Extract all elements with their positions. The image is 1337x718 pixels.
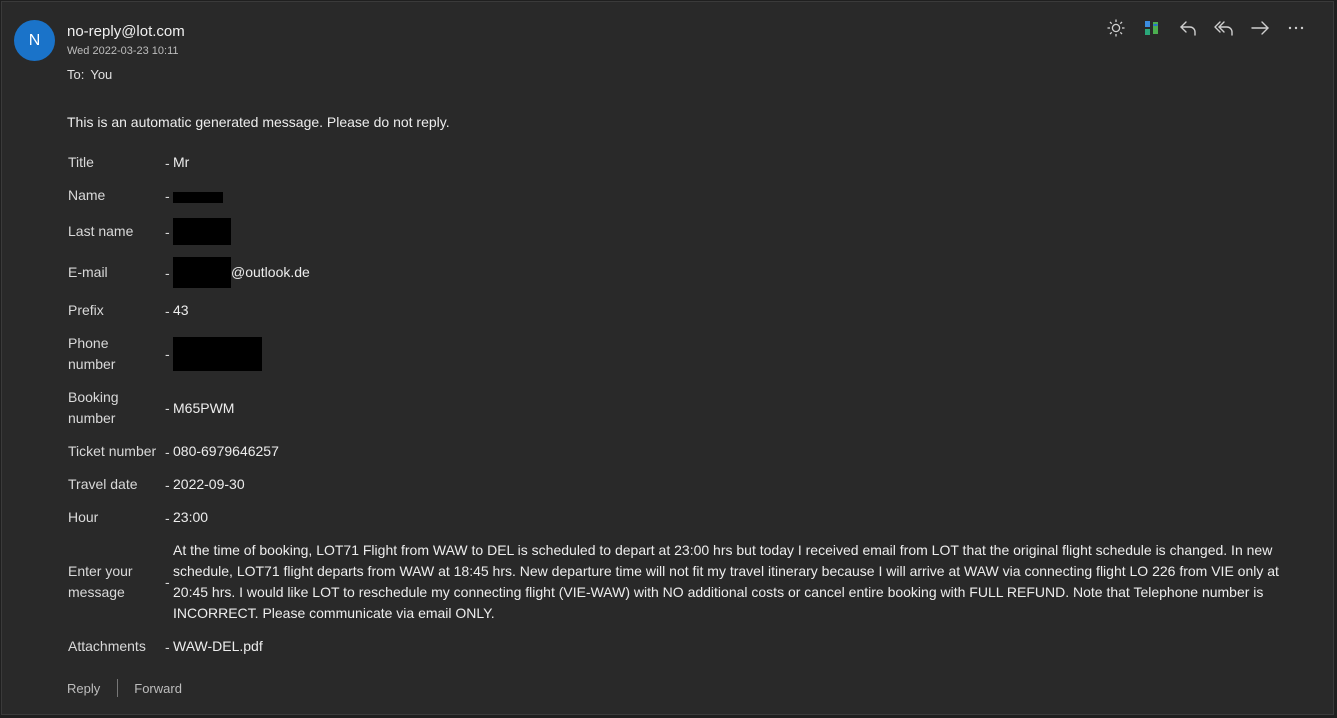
translate-icon[interactable] [1141,16,1163,40]
field-separator: - [165,187,170,204]
field-booking: Booking number - M65PWM [68,387,1308,429]
redaction-block [173,218,231,245]
field-separator: - [165,223,170,240]
field-value: 23:00 [173,509,209,525]
field-value [173,218,231,245]
forward-icon[interactable] [1249,16,1271,40]
field-separator: - [165,509,170,526]
field-message: Enter your message - At the time of book… [68,540,1308,624]
sent-date: Wed 2022-03-23 10:11 [67,45,179,57]
redaction-block [173,337,262,371]
field-separator: - [165,574,170,590]
field-value [173,337,262,371]
field-label: Prefix [68,302,104,318]
field-value: 080-6979646257 [173,443,279,459]
brightness-icon[interactable] [1105,16,1127,40]
reply-icon[interactable] [1177,16,1199,40]
field-hour: Hour - 23:00 [68,507,1308,528]
attachment-name: WAW-DEL.pdf [173,638,263,654]
field-separator: - [165,638,170,655]
field-label: Phone number [68,335,116,372]
footer-actions: Reply Forward [67,679,182,697]
field-separator: - [165,443,170,460]
field-label: Ticket number [68,443,157,459]
reply-button[interactable]: Reply [67,681,100,696]
field-label: Last name [68,223,134,239]
footer-divider [117,679,119,697]
field-separator: - [165,400,170,416]
field-attachments: Attachments - WAW-DEL.pdf [68,636,1308,657]
field-prefix: Prefix - 43 [68,300,1308,321]
field-label: Attachments [68,638,146,654]
recipient-label: To: [67,67,85,82]
field-email: E-mail - @outlook.de [68,257,1308,288]
field-name: Name - [68,185,1308,206]
field-separator: - [165,302,170,319]
recipient-value[interactable]: You [90,67,112,82]
reply-all-icon[interactable] [1213,16,1235,40]
field-value: M65PWM [173,399,235,416]
email-reading-pane: N no-reply@lot.com Wed 2022-03-23 10:11 … [1,1,1334,715]
field-label: Enter your message [68,563,133,600]
field-label: Hour [68,509,99,525]
field-last-name: Last name - [68,218,1308,245]
field-value: 43 [173,302,189,318]
field-value [173,188,223,203]
message-toolbar [1105,16,1307,40]
field-value: Mr [173,154,190,170]
field-title: Title - Mr [68,152,1308,173]
field-label: E-mail [68,264,108,280]
redaction-block [173,192,223,203]
field-separator: - [165,154,170,171]
recipient-line: To: You [67,67,118,82]
field-ticket: Ticket number - 080-6979646257 [68,441,1308,462]
field-label: Title [68,154,94,170]
field-separator: - [165,346,170,362]
field-travel-date: Travel date - 2022-09-30 [68,474,1308,495]
message-body: At the time of booking, LOT71 Flight fro… [173,542,1279,621]
forward-button[interactable]: Forward [134,681,182,696]
email-domain[interactable]: @outlook.de [231,262,310,283]
field-phone: Phone number - [68,333,1308,375]
intro-text: This is an automatic generated message. … [67,114,450,130]
form-fields: Title - Mr Name - Last name - E-mail - @… [68,152,1308,669]
field-separator: - [165,264,170,281]
more-icon[interactable] [1285,16,1307,40]
redaction-block [173,257,231,288]
sender-email[interactable]: no-reply@lot.com [67,23,185,40]
field-label: Travel date [68,476,138,492]
field-label: Booking number [68,389,119,426]
field-separator: - [165,476,170,493]
field-label: Name [68,187,106,203]
avatar[interactable]: N [14,20,55,61]
field-value[interactable]: @outlook.de [173,257,310,288]
field-value: 2022-09-30 [173,476,245,492]
